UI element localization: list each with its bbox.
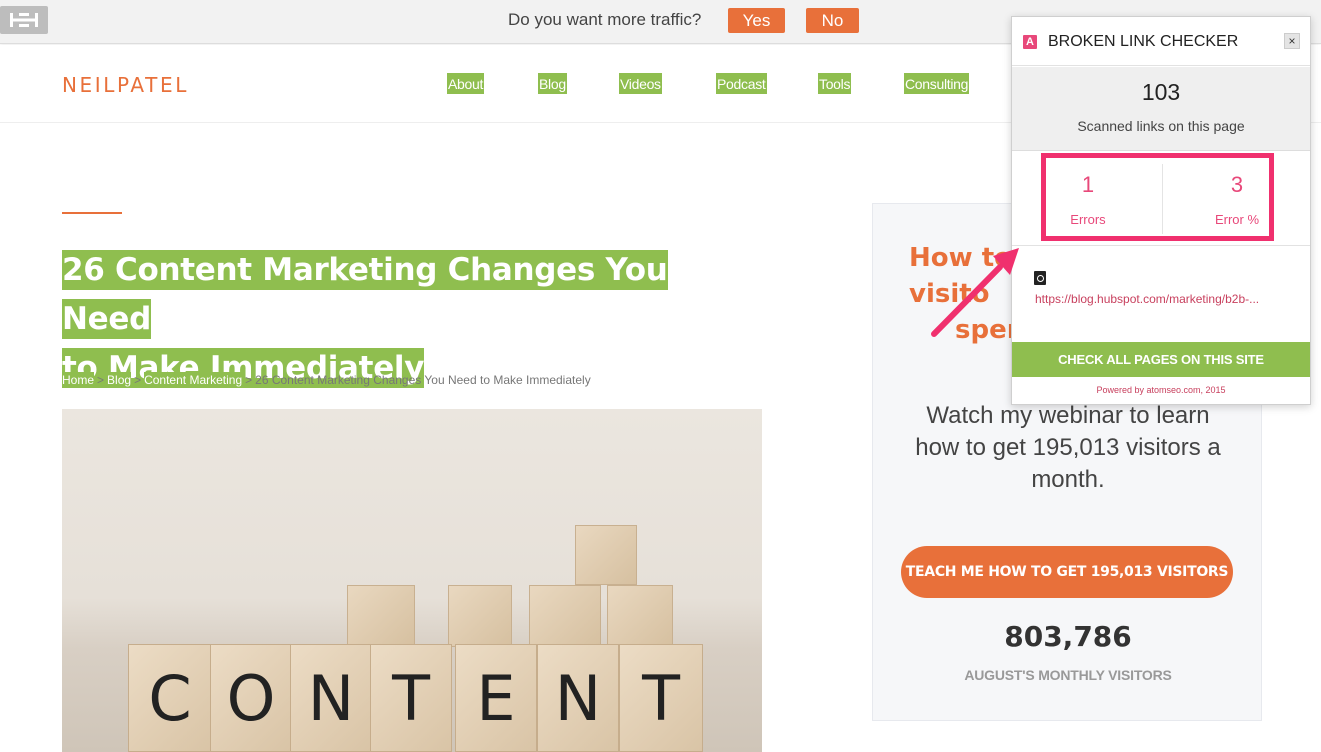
- no-button[interactable]: No: [806, 8, 859, 33]
- monthly-visitors-label: AUGUST'S MONTHLY VISITORS: [964, 667, 1172, 683]
- letter-block: N: [290, 644, 372, 752]
- powered-by-link[interactable]: Powered by atomseo.com, 2015: [1012, 385, 1310, 395]
- letter-block: E: [455, 644, 537, 752]
- wood-cube: [347, 585, 415, 647]
- error-percent-label: Error %: [1214, 212, 1260, 227]
- breadcrumb-separator: >: [97, 373, 105, 387]
- broken-link-checker-popup: A BROKEN LINK CHECKER × 103 Scanned link…: [1011, 16, 1311, 405]
- popup-header: A BROKEN LINK CHECKER ×: [1012, 17, 1310, 66]
- letter-block: O: [210, 644, 292, 752]
- extension-logo-letter: A: [1026, 36, 1034, 48]
- nav-item-podcast[interactable]: Podcast: [716, 73, 767, 94]
- stats-divider: [1162, 164, 1163, 234]
- nav-item-consulting[interactable]: Consulting: [904, 73, 970, 94]
- close-icon[interactable]: ×: [1284, 33, 1300, 49]
- divider: [1012, 245, 1310, 246]
- breadcrumb-separator: >: [134, 373, 142, 387]
- nav-item-about[interactable]: About: [447, 73, 485, 94]
- article-title: 26 Content Marketing Changes You Need to…: [62, 246, 742, 393]
- breadcrumb-home[interactable]: Home: [62, 372, 95, 388]
- popup-title: BROKEN LINK CHECKER: [1048, 33, 1239, 50]
- breadcrumb-blog[interactable]: Blog: [107, 372, 132, 388]
- breadcrumb: Home > Blog > Content Marketing >26 Content M…: [62, 372, 591, 388]
- errors-label: Errors: [1070, 212, 1106, 227]
- error-percent-value: 3: [1230, 172, 1244, 197]
- letter-block: N: [537, 644, 619, 752]
- check-all-pages-button[interactable]: CHECK ALL PAGES ON THIS SITE: [1012, 342, 1310, 377]
- scanned-count: 103: [1141, 79, 1181, 105]
- wood-cube: [575, 525, 637, 585]
- traffic-question: Do you want more traffic?: [508, 10, 702, 29]
- monthly-visitors-count: 803,786: [1004, 620, 1132, 653]
- nav-item-videos[interactable]: Videos: [619, 73, 662, 94]
- breadcrumb-current: 26 Content Marketing Changes You Need to…: [255, 373, 591, 387]
- hero-image: C O N T E N T: [62, 409, 762, 752]
- nav-item-blog[interactable]: Blog: [538, 73, 567, 94]
- breadcrumb-category[interactable]: Content Marketing: [144, 372, 243, 388]
- teach-me-button[interactable]: TEACH ME HOW TO GET 195,013 VISITORS: [901, 546, 1233, 598]
- extension-logo-icon: A: [1023, 35, 1037, 49]
- letter-block: C: [128, 644, 212, 752]
- scanned-stats: 103 Scanned links on this page: [1012, 67, 1310, 151]
- letter-block: T: [370, 644, 452, 752]
- title-accent-line: [62, 212, 122, 214]
- broken-link-url[interactable]: https://blog.hubspot.com/marketing/b2b-.…: [1035, 292, 1295, 306]
- letter-block: T: [619, 644, 703, 752]
- wood-cube: [448, 585, 512, 647]
- error-stats-highlight: 1 Errors 3 Error %: [1041, 153, 1274, 241]
- breadcrumb-separator: >: [245, 373, 253, 387]
- title-line-1: 26 Content Marketing Changes You Need: [62, 250, 668, 339]
- scanned-label: Scanned links on this page: [1077, 118, 1245, 134]
- nav-item-tools[interactable]: Tools: [818, 73, 852, 94]
- wood-cube: [529, 585, 601, 647]
- wood-cube: [607, 585, 673, 647]
- sidebar-text: Watch my webinar to learn how to get 195…: [915, 402, 1221, 493]
- yes-button[interactable]: Yes: [728, 8, 785, 33]
- hello-bar-logo-icon[interactable]: [0, 6, 48, 34]
- page-search-icon[interactable]: [1034, 271, 1046, 285]
- site-logo[interactable]: NEILPATEL: [62, 73, 189, 97]
- errors-count: 1: [1081, 172, 1095, 197]
